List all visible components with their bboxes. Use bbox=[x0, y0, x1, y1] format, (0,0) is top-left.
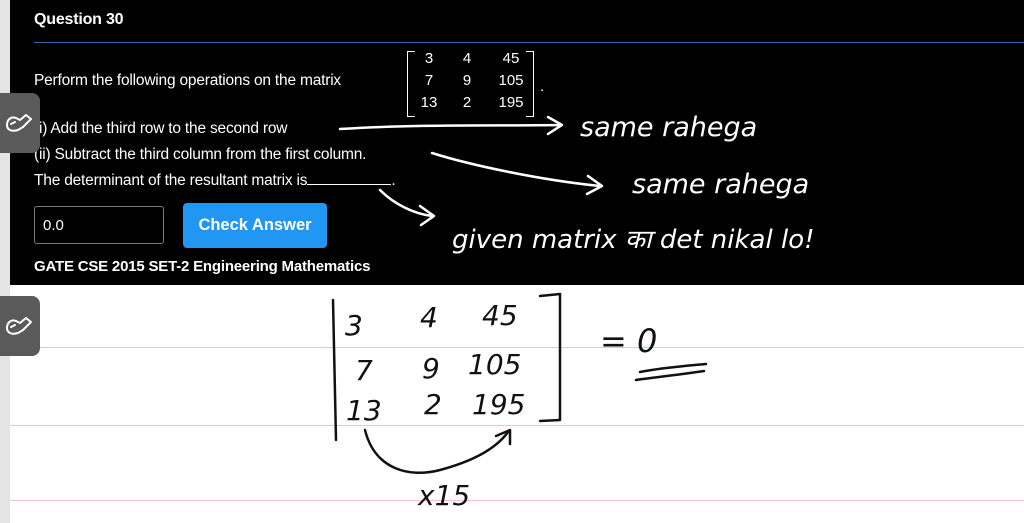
note-same-rahega-2: same rahega bbox=[632, 169, 809, 200]
det-equals-zero: = 0 bbox=[600, 322, 657, 360]
arrow-note-1 bbox=[338, 115, 564, 136]
det-cell: 105 bbox=[468, 348, 521, 381]
arrow-note-2 bbox=[430, 151, 604, 196]
note-given-matrix: given matrix का det nikal lo! bbox=[452, 225, 815, 255]
equals-underline bbox=[634, 362, 708, 382]
multiplier-note: x15 bbox=[417, 479, 470, 512]
det-cell: 9 bbox=[422, 352, 440, 385]
curved-arrow bbox=[363, 428, 512, 474]
arrow-note-3 bbox=[378, 188, 436, 227]
det-bar-left bbox=[331, 298, 338, 442]
det-bracket-right bbox=[538, 292, 562, 423]
det-cell: 13 bbox=[346, 394, 382, 427]
handwritten-annotations: same rahega same rahega given matrix का … bbox=[331, 112, 815, 512]
det-cell: 45 bbox=[482, 299, 518, 332]
det-cell: 3 bbox=[345, 309, 363, 342]
det-cell: 195 bbox=[472, 388, 525, 421]
det-cell: 2 bbox=[424, 388, 442, 421]
det-cell: 4 bbox=[420, 301, 438, 334]
det-cell: 7 bbox=[355, 354, 373, 387]
note-same-rahega-1: same rahega bbox=[580, 112, 757, 143]
